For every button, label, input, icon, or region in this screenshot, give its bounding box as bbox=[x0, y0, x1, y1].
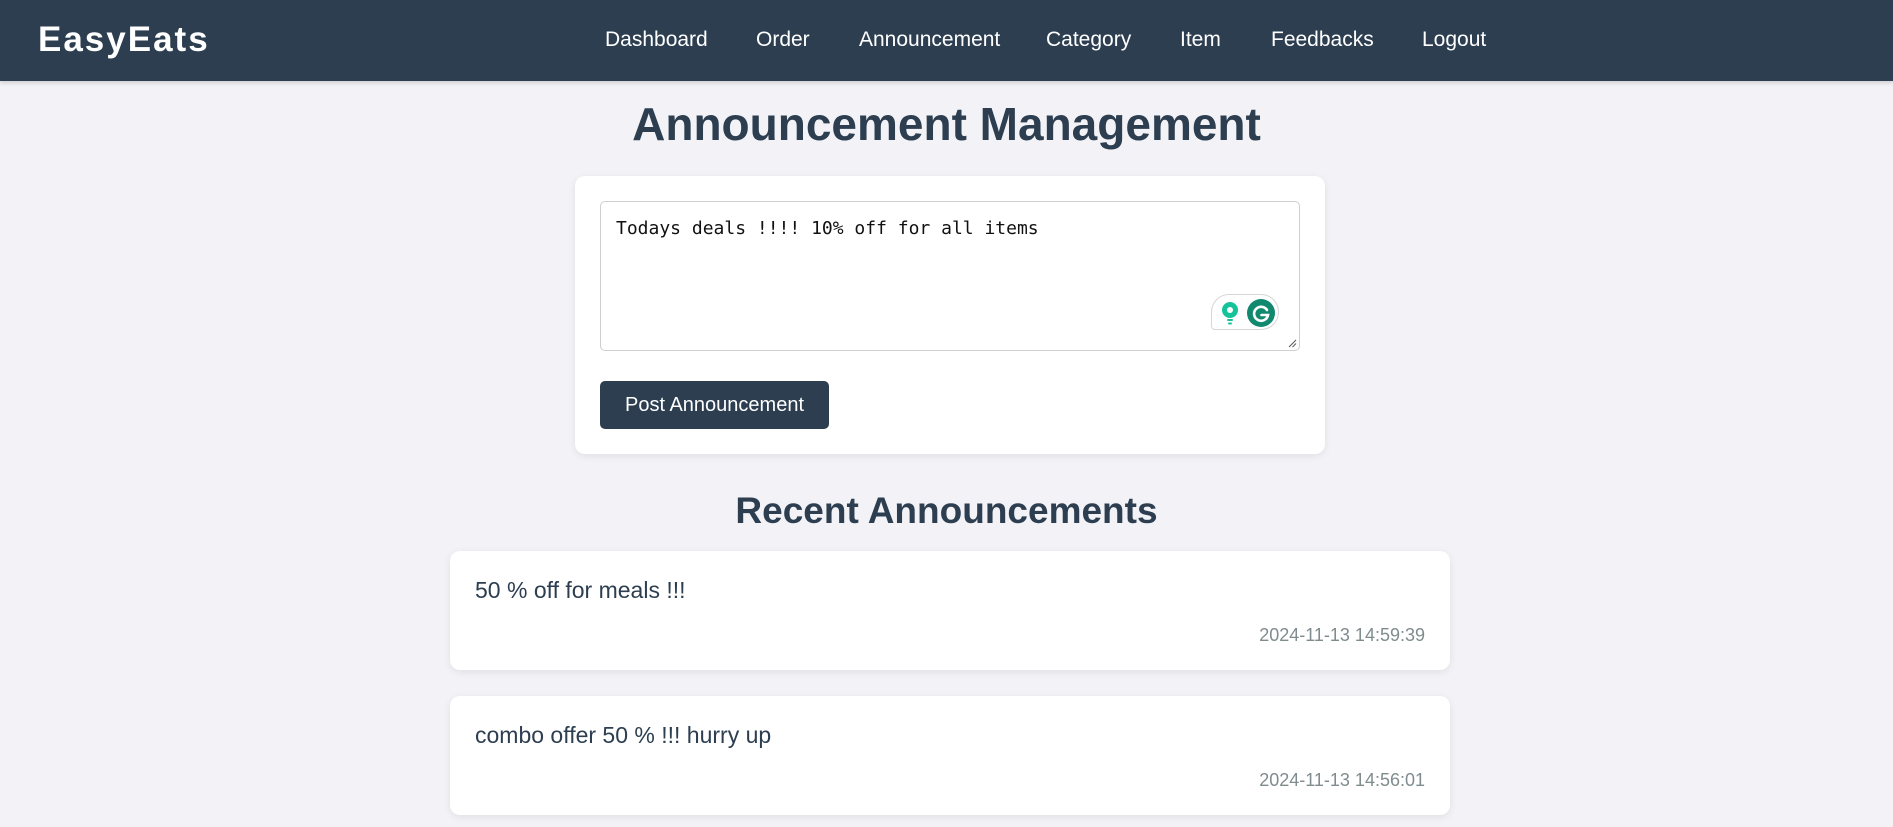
announcement-item: combo offer 50 % !!! hurry up 2024-11-13… bbox=[450, 696, 1450, 815]
lightbulb-icon[interactable] bbox=[1218, 300, 1242, 326]
announcement-textarea[interactable]: Todays deals !!!! 10% off for all items bbox=[601, 202, 1299, 350]
nav-item[interactable]: Item bbox=[1180, 28, 1221, 52]
resize-handle-icon[interactable] bbox=[1287, 338, 1297, 348]
announcement-text: 50 % off for meals !!! bbox=[475, 577, 686, 603]
nav-logout[interactable]: Logout bbox=[1422, 28, 1486, 52]
nav-dashboard[interactable]: Dashboard bbox=[605, 28, 708, 52]
announcement-textarea-wrapper: Todays deals !!!! 10% off for all items bbox=[600, 201, 1300, 351]
announcement-timestamp: 2024-11-13 14:59:39 bbox=[1259, 625, 1425, 645]
top-navbar: EasyEats Dashboard Order Announcement Ca… bbox=[0, 0, 1893, 81]
post-announcement-button[interactable]: Post Announcement bbox=[600, 381, 829, 429]
nav-announcement[interactable]: Announcement bbox=[859, 28, 1000, 52]
nav-category[interactable]: Category bbox=[1046, 28, 1131, 52]
nav-order[interactable]: Order bbox=[756, 28, 810, 52]
page-title: Announcement Management bbox=[632, 98, 1261, 150]
announcement-timestamp: 2024-11-13 14:56:01 bbox=[1259, 770, 1425, 790]
announcement-text: combo offer 50 % !!! hurry up bbox=[475, 722, 772, 748]
grammarly-widget[interactable] bbox=[1211, 294, 1279, 330]
nav-links: Dashboard Order Announcement Category It… bbox=[0, 0, 1893, 81]
announcement-form-card: Todays deals !!!! 10% off for all items … bbox=[575, 176, 1325, 454]
recent-announcements-title: Recent Announcements bbox=[735, 490, 1158, 531]
grammarly-icon[interactable] bbox=[1246, 298, 1276, 328]
nav-feedbacks[interactable]: Feedbacks bbox=[1271, 28, 1374, 52]
announcement-item: 50 % off for meals !!! 2024-11-13 14:59:… bbox=[450, 551, 1450, 670]
